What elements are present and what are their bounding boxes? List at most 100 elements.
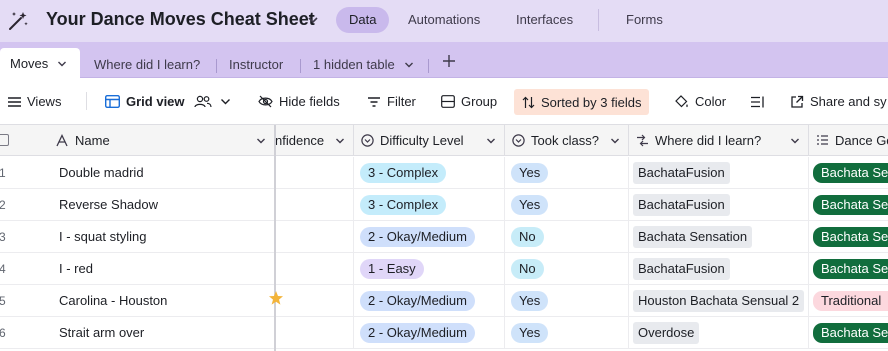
hidden-tables-dropdown[interactable]: 1 hidden table <box>313 57 395 72</box>
sort-button[interactable]: Sorted by 3 fields <box>514 89 650 115</box>
difficulty-cell[interactable]: 1 - Easy <box>354 253 505 285</box>
confidence-cell[interactable] <box>276 221 354 253</box>
color-button[interactable]: Color <box>674 78 726 125</box>
nav-tab-interfaces[interactable]: Interfaces <box>516 7 573 33</box>
hide-fields-button[interactable]: Hide fields <box>258 78 340 125</box>
base-title[interactable]: Your Dance Moves Cheat Sheet <box>46 9 315 30</box>
took-class-cell[interactable]: No <box>505 221 629 253</box>
row-number-cell[interactable]: 6 <box>0 317 48 349</box>
took-class-cell[interactable]: Yes <box>505 157 629 189</box>
difficulty-cell[interactable]: 2 - Okay/Medium <box>354 285 505 317</box>
genre-pill: Bachata Se <box>813 258 888 279</box>
chevron-down-icon[interactable] <box>256 136 266 146</box>
chevron-down-icon[interactable] <box>335 136 345 146</box>
column-header-label: nfidence <box>276 132 325 148</box>
confidence-cell[interactable] <box>276 189 354 221</box>
row-number-cell[interactable]: 3 <box>0 221 48 253</box>
row-number: 1 <box>0 166 6 180</box>
where-learned-cell[interactable]: Houston Bachata Sensual 2 <box>629 285 809 317</box>
where-learned-cell[interactable]: BachataFusion <box>629 189 809 221</box>
dance-genre-cell[interactable]: Bachata Se <box>809 317 888 349</box>
dance-genre-cell[interactable]: Bachata Se <box>809 253 888 285</box>
name-cell[interactable]: Reverse Shadow <box>48 189 275 221</box>
move-name: Strait arm over <box>59 325 145 340</box>
nav-divider <box>598 9 599 31</box>
row-number-cell[interactable]: 5 <box>0 285 48 317</box>
chevron-down-icon[interactable] <box>306 13 320 27</box>
magic-wand-icon[interactable] <box>6 9 30 33</box>
share-label: Share and sy <box>810 94 887 109</box>
difficulty-cell[interactable]: 2 - Okay/Medium <box>354 221 505 253</box>
name-cell[interactable]: I - red <box>48 253 275 285</box>
name-cell[interactable]: Carolina - Houston <box>48 285 275 317</box>
took-class-cell[interactable]: Yes <box>505 189 629 221</box>
views-label: Views <box>27 94 62 109</box>
table-tab-instructor[interactable]: Instructor <box>229 57 283 72</box>
table-tab-moves[interactable]: Moves <box>0 48 80 79</box>
where-learned-cell[interactable]: BachataFusion <box>629 157 809 189</box>
select-all-checkbox[interactable] <box>0 134 9 146</box>
nav-tab-data[interactable]: Data <box>336 7 390 33</box>
genre-pill: Bachata Se <box>813 322 888 343</box>
column-header-confidence[interactable]: nfidence <box>276 125 354 156</box>
tab-separator <box>216 59 217 73</box>
took-class-pill: Yes <box>511 290 549 311</box>
view-menu-chevron[interactable] <box>220 78 237 125</box>
nav-tab-forms[interactable]: Forms <box>626 7 663 33</box>
column-header-took-class[interactable]: Took class? <box>505 125 629 156</box>
confidence-cell[interactable] <box>276 317 354 349</box>
name-cell[interactable]: I - squat styling <box>48 221 275 253</box>
where-learned-cell[interactable]: Overdose <box>629 317 809 349</box>
row-number: 4 <box>0 262 6 276</box>
took-class-cell[interactable]: Yes <box>505 317 629 349</box>
column-header-genre[interactable]: Dance Ge <box>809 125 888 156</box>
confidence-cell[interactable] <box>276 285 354 317</box>
chevron-down-icon[interactable] <box>790 136 800 146</box>
move-name: Carolina - Houston <box>59 293 168 308</box>
difficulty-pill: 3 - Complex <box>360 194 447 215</box>
nav-tab-automations[interactable]: Automations <box>408 7 480 33</box>
collaborators-button[interactable] <box>194 78 218 125</box>
group-button[interactable]: Group <box>441 78 497 125</box>
column-header-name[interactable]: Name <box>48 125 275 156</box>
confidence-cell[interactable] <box>276 253 354 285</box>
dance-genre-cell[interactable]: Traditional <box>809 285 888 317</box>
took-class-cell[interactable]: Yes <box>505 285 629 317</box>
row-number-cell[interactable]: 2 <box>0 189 48 221</box>
paint-bucket-icon <box>675 94 688 107</box>
share-button[interactable]: Share and sy <box>790 78 887 125</box>
dance-genre-cell[interactable]: Bachata Se <box>809 189 888 221</box>
difficulty-cell[interactable]: 3 - Complex <box>354 189 505 221</box>
column-header-label: Took class? <box>531 132 599 148</box>
views-button[interactable]: Views <box>8 78 61 125</box>
name-cell[interactable]: Double madrid <box>48 157 275 189</box>
row-height-button[interactable] <box>751 78 771 125</box>
confidence-cell[interactable] <box>276 157 354 189</box>
difficulty-cell[interactable]: 3 - Complex <box>354 157 505 189</box>
row-number-cell[interactable]: 1 <box>0 157 48 189</box>
dance-genre-cell[interactable]: Bachata Se <box>809 221 888 253</box>
column-header-where[interactable]: Where did I learn? <box>629 125 809 156</box>
chevron-down-icon[interactable] <box>57 59 67 69</box>
chevron-down-icon[interactable] <box>486 136 496 146</box>
row-number-cell[interactable]: 4 <box>0 253 48 285</box>
select-all-header[interactable] <box>0 125 48 156</box>
table-tab-label: Moves <box>10 56 49 71</box>
dance-genre-cell[interactable]: Bachata Se <box>809 157 888 189</box>
toolbar-divider <box>86 92 87 110</box>
name-cell[interactable]: Strait arm over <box>48 317 275 349</box>
chevron-down-icon[interactable] <box>404 60 414 70</box>
plus-icon[interactable] <box>441 53 457 69</box>
grid-view-button[interactable]: Grid view <box>105 78 185 125</box>
filter-button[interactable]: Filter <box>367 78 416 125</box>
chevron-down-icon[interactable] <box>610 136 620 146</box>
column-header-difficulty[interactable]: Difficulty Level <box>354 125 505 156</box>
took-class-cell[interactable]: No <box>505 253 629 285</box>
table-tab-where-did-i-learn[interactable]: Where did I learn? <box>94 57 200 72</box>
genre-pill: Bachata Se <box>813 162 888 183</box>
star-icon[interactable] <box>268 290 284 306</box>
where-learned-cell[interactable]: BachataFusion <box>629 253 809 285</box>
where-learned-cell[interactable]: Bachata Sensation <box>629 221 809 253</box>
filter-label: Filter <box>387 94 416 109</box>
difficulty-cell[interactable]: 2 - Okay/Medium <box>354 317 505 349</box>
